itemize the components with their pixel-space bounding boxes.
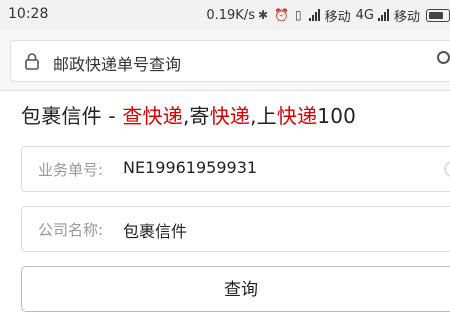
signal-icon xyxy=(308,9,321,21)
page-title: 包裹信件 - 查快递,寄快递,上快递100 xyxy=(21,100,356,129)
status-bar: 10:28 0.19K/s ✱ ⏰ ▯ 移动 4G 移动 xyxy=(0,0,450,30)
title-prefix: 包裹信件 - xyxy=(21,104,123,128)
title-link-query[interactable]: 查快递 xyxy=(122,104,183,128)
status-icons: 0.19K/s ✱ ⏰ ▯ 移动 4G 移动 xyxy=(206,6,450,25)
network-type: 4G xyxy=(355,7,374,23)
lock-icon xyxy=(25,53,39,70)
title-link-kuaidi[interactable]: 快递 xyxy=(277,104,317,128)
carrier-2: 移动 xyxy=(393,9,420,25)
company-name-label: 公司名称: xyxy=(38,221,104,239)
network-speed: 0.19K/s xyxy=(206,7,255,23)
battery-icon xyxy=(426,8,450,22)
toggle-icon[interactable] xyxy=(444,161,450,177)
tracking-number-field[interactable]: 业务单号: NE19961959931 xyxy=(21,146,450,192)
company-name-input[interactable]: 包裹信件 xyxy=(123,218,187,242)
title-sep: ,寄 xyxy=(182,104,210,128)
alarm-icon: ⏰ xyxy=(274,8,289,22)
vibrate-icon: ▯ xyxy=(295,8,302,22)
tracking-number-input[interactable]: NE19961959931 xyxy=(123,158,257,177)
status-time: 10:28 xyxy=(8,6,49,22)
title-link-send[interactable]: 快递 xyxy=(210,104,250,128)
url-field[interactable]: 邮政快递单号查询 xyxy=(10,40,450,82)
bluetooth-icon: ✱ xyxy=(257,8,269,22)
title-sep: ,上 xyxy=(250,104,277,128)
company-name-field[interactable]: 公司名称: 包裹信件 xyxy=(21,206,450,252)
title-suffix: 100 xyxy=(317,104,357,128)
tracking-number-label: 业务单号: xyxy=(38,161,104,179)
carrier-1: 移动 xyxy=(324,9,351,25)
signal-icon xyxy=(377,9,390,21)
address-bar: 邮政快递单号查询 xyxy=(0,30,450,91)
menu-icon[interactable] xyxy=(437,51,450,64)
query-button[interactable]: 查询 xyxy=(21,266,450,312)
url-text: 邮政快递单号查询 xyxy=(53,55,182,74)
